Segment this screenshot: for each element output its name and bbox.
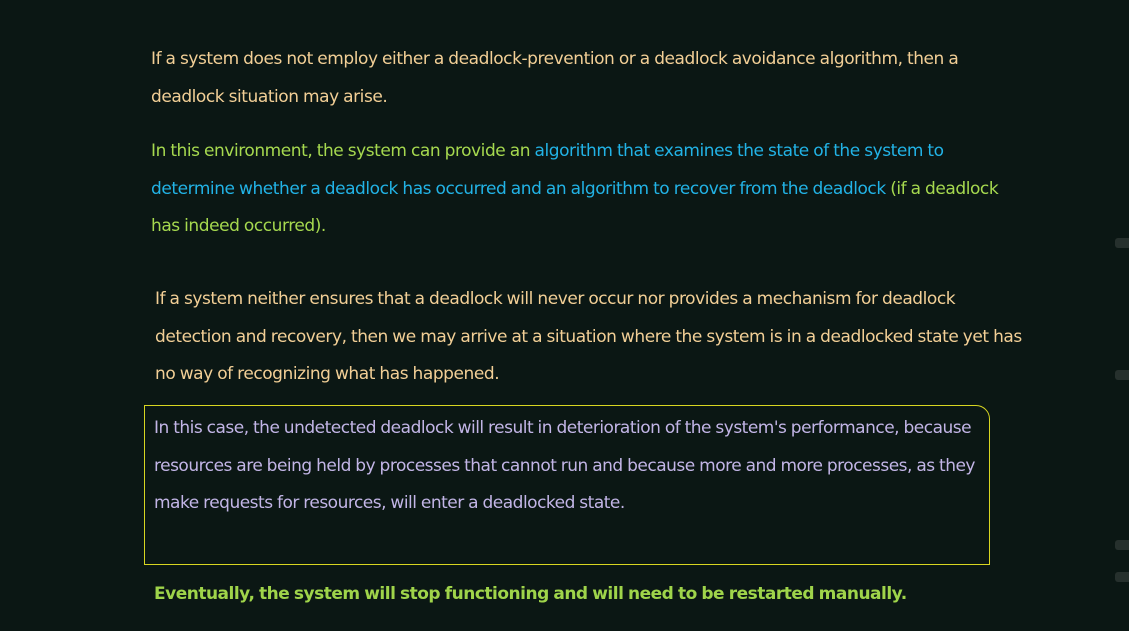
edge-marker <box>1115 238 1129 248</box>
paragraph-detection-environment: In this environment, the system can prov… <box>151 133 1031 246</box>
edge-marker <box>1115 540 1129 550</box>
paragraph-no-detection: If a system neither ensures that a deadl… <box>155 289 1022 384</box>
paragraph-deadlock-may-arise: If a system does not employ either a dea… <box>151 49 959 107</box>
paragraph-conclusion: Eventually, the system will stop functio… <box>154 584 907 604</box>
slide: If a system does not employ either a dea… <box>0 0 1129 631</box>
paragraph-undetected-deadlock: In this case, the undetected deadlock wi… <box>154 418 975 513</box>
paragraph-detection-text-start: In this environment, the system can prov… <box>151 141 535 161</box>
edge-marker <box>1115 370 1129 380</box>
edge-marker <box>1115 572 1129 582</box>
